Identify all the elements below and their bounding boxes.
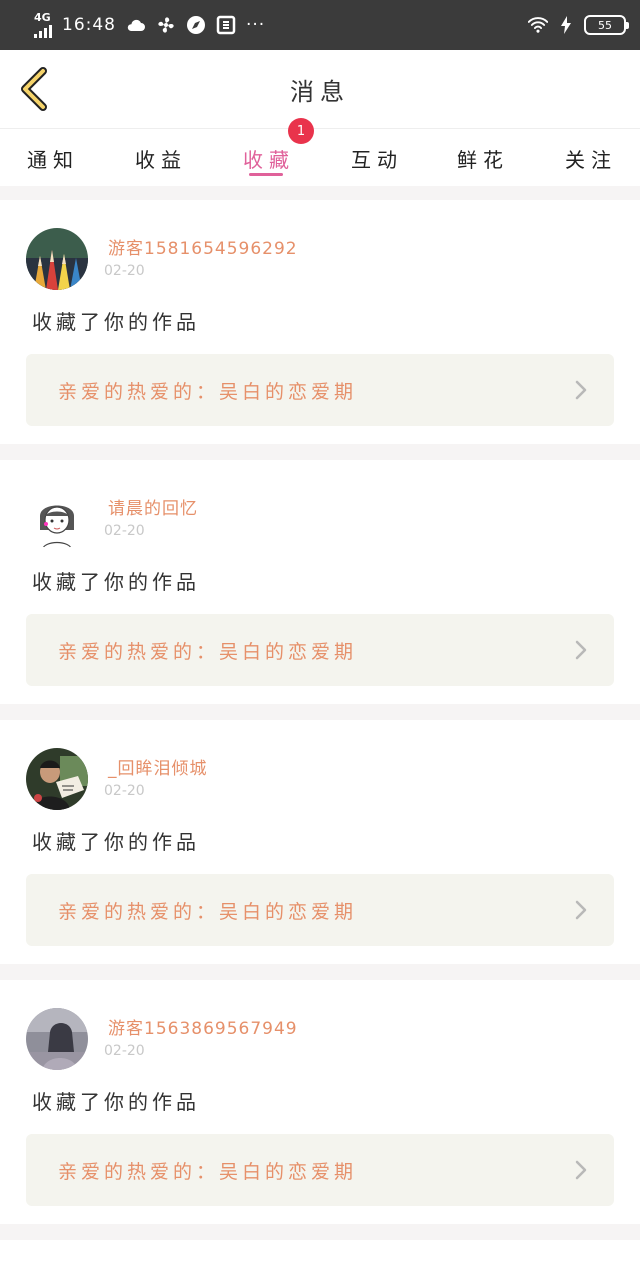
avatar[interactable] — [26, 1008, 88, 1070]
message-date: 02-20 — [104, 783, 145, 799]
message-card — [0, 1240, 640, 1276]
network-type: 4G — [34, 11, 51, 24]
message-card: 请晨的回忆 02-20 收藏了你的作品 亲爱的热爱的：吴白的恋爱期 — [0, 460, 640, 704]
tab-notifications[interactable]: 通知 — [8, 129, 98, 187]
message-date: 02-20 — [104, 263, 145, 279]
cloud-icon — [126, 15, 146, 35]
favorites-badge: 1 — [288, 118, 314, 144]
work-title: 亲爱的热爱的：吴白的恋爱期 — [58, 380, 358, 403]
avatar[interactable] — [26, 748, 88, 810]
message-card: _回眸泪倾城 02-20 收藏了你的作品 亲爱的热爱的：吴白的恋爱期 — [0, 720, 640, 964]
battery-level: 55 — [598, 18, 612, 32]
tab-earnings[interactable]: 收益 — [116, 129, 206, 187]
more-status-icon: ··· — [246, 15, 266, 35]
action-text: 收藏了你的作品 — [32, 1090, 200, 1114]
clock: 16:48 — [62, 15, 116, 35]
chevron-right-icon — [575, 1160, 587, 1180]
message-date: 02-20 — [104, 1043, 145, 1059]
work-title: 亲爱的热爱的：吴白的恋爱期 — [58, 640, 358, 663]
username[interactable]: 请晨的回忆 — [108, 494, 198, 519]
tab-follows[interactable]: 关注 — [546, 129, 636, 187]
action-text: 收藏了你的作品 — [32, 830, 200, 854]
scan-icon — [216, 15, 236, 35]
wifi-icon — [528, 15, 548, 35]
tab-bar: 通知 收益 收藏 互动 鲜花 关注 — [0, 128, 640, 186]
username[interactable]: 游客1563869567949 — [108, 1014, 298, 1039]
avatar[interactable] — [26, 228, 88, 290]
avatar[interactable] — [26, 488, 88, 550]
work-link[interactable]: 亲爱的热爱的：吴白的恋爱期 — [26, 874, 614, 946]
message-card: 游客1581654596292 02-20 收藏了你的作品 亲爱的热爱的：吴白的… — [0, 200, 640, 444]
username[interactable]: 游客1581654596292 — [108, 234, 298, 259]
back-arrow-icon — [21, 67, 47, 111]
work-link[interactable]: 亲爱的热爱的：吴白的恋爱期 — [26, 1134, 614, 1206]
message-date: 02-20 — [104, 523, 145, 539]
work-title: 亲爱的热爱的：吴白的恋爱期 — [58, 900, 358, 923]
chevron-right-icon — [575, 640, 587, 660]
tab-flowers[interactable]: 鲜花 — [438, 129, 528, 187]
header: 消息 — [0, 50, 640, 128]
work-link[interactable]: 亲爱的热爱的：吴白的恋爱期 — [26, 354, 614, 426]
work-title: 亲爱的热爱的：吴白的恋爱期 — [58, 1160, 358, 1183]
message-card: 游客1563869567949 02-20 收藏了你的作品 亲爱的热爱的：吴白的… — [0, 980, 640, 1224]
cellular-signal-icon: 4G — [34, 12, 52, 38]
username[interactable]: _回眸泪倾城 — [108, 754, 208, 779]
back-button[interactable] — [16, 66, 50, 112]
battery-icon: 55 — [584, 15, 629, 35]
work-link[interactable]: 亲爱的热爱的：吴白的恋爱期 — [26, 614, 614, 686]
tab-interactions[interactable]: 互动 — [332, 129, 422, 187]
action-text: 收藏了你的作品 — [32, 310, 200, 334]
action-text: 收藏了你的作品 — [32, 570, 200, 594]
chevron-right-icon — [575, 380, 587, 400]
page-title: 消息 — [290, 77, 350, 106]
fan-icon — [156, 15, 176, 35]
charging-icon — [556, 15, 576, 35]
compass-icon — [186, 15, 206, 35]
status-bar: 4G 16:48 ··· 55 — [0, 0, 640, 50]
active-tab-indicator — [249, 173, 283, 176]
chevron-right-icon — [575, 900, 587, 920]
